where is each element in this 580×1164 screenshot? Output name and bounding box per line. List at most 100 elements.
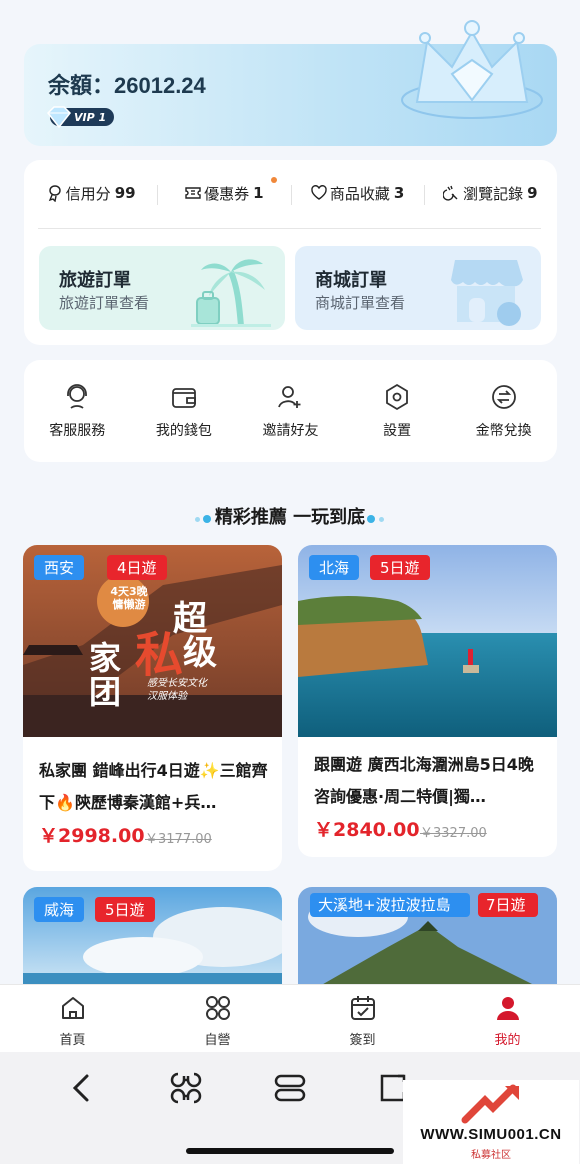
notification-dot xyxy=(270,176,277,183)
stat-label: 優惠券 xyxy=(204,184,250,203)
poster-text: 团 xyxy=(89,673,122,711)
location-tag: 威海 xyxy=(34,897,85,922)
duration-tag: 5日遊 xyxy=(370,555,430,580)
stat-credit-score[interactable]: 信用分 99 xyxy=(24,183,157,204)
stat-label: 商品收藏 xyxy=(329,184,390,203)
stat-label: 信用分 xyxy=(65,184,111,203)
credit-icon xyxy=(48,185,61,202)
exchange-icon xyxy=(491,385,516,409)
profile-page: 余額：26012.24 VIP 1 信用分 99 優惠券 1 商品收藏 3 瀏覽… xyxy=(0,0,580,1164)
product-price: ￥2840.00 xyxy=(314,819,420,841)
menu-icon[interactable] xyxy=(270,1068,310,1108)
section-title-text: 精彩推薦 一玩到底 xyxy=(214,507,366,528)
service-label: 金幣兌換 xyxy=(475,423,532,439)
product-card[interactable]: 大溪地+波拉波拉島 7日遊 xyxy=(298,887,557,987)
poster-caption: 感受长安文化 汉服体验 xyxy=(147,677,207,703)
nav-check-in[interactable]: 簽到 xyxy=(290,985,435,1052)
calendar-check-icon xyxy=(350,996,375,1020)
bottom-nav: 首頁 自營 簽到 我的 xyxy=(0,984,580,1052)
service-customer-service[interactable]: 客服服務 xyxy=(24,382,131,440)
balance-display: 余額：26012.24 xyxy=(48,68,206,100)
stats-row: 信用分 99 優惠券 1 商品收藏 3 瀏覽記錄 9 xyxy=(24,160,557,226)
stat-favorites[interactable]: 商品收藏 3 xyxy=(290,183,424,205)
wallet-icon xyxy=(171,388,196,408)
duration-tag: 5日遊 xyxy=(95,897,155,922)
mall-orders-tile[interactable]: 商城訂單 商城訂單查看 xyxy=(295,246,541,330)
watermark-logo xyxy=(461,1084,519,1124)
poster-badge-line: 4天3晚 xyxy=(110,585,148,598)
user-icon xyxy=(496,997,519,1020)
duration-tag: 4日遊 xyxy=(107,555,167,580)
store-icon xyxy=(451,260,523,326)
poster-text: 私 xyxy=(135,627,184,683)
poster-badge: 4天3晚 慵懒游 xyxy=(101,585,157,611)
nav-label: 首頁 xyxy=(59,1033,86,1048)
add-friend-icon xyxy=(278,386,301,408)
watermark: WWW.SIMU001.CN 私募社区 xyxy=(403,1080,579,1164)
service-coin-exchange[interactable]: 金幣兌換 xyxy=(450,382,557,440)
back-icon[interactable] xyxy=(62,1068,102,1108)
service-label: 客服服務 xyxy=(49,423,106,439)
account-stats-card: 信用分 99 優惠券 1 商品收藏 3 瀏覽記錄 9 旅遊訂單 旅遊訂單查看 商… xyxy=(24,160,557,345)
product-original-price: ￥3327.00 xyxy=(420,826,487,841)
balance-amount: 26012.24 xyxy=(114,73,206,98)
travel-orders-subtitle: 旅遊訂單查看 xyxy=(59,294,150,312)
diamond-icon xyxy=(46,106,72,129)
product-card[interactable]: 北海 5日遊 跟團遊 廣西北海潿洲島5日4晚 咨詢優惠·周二特價|獨… ￥284… xyxy=(298,545,557,857)
settings-icon xyxy=(386,383,408,411)
poster-badge-line: 慵懒游 xyxy=(112,598,146,611)
stat-history[interactable]: 瀏覽記錄 9 xyxy=(423,183,557,205)
poster-caption-line: 汉服体验 xyxy=(147,691,187,702)
location-tag: 西安 xyxy=(34,555,85,580)
palm-luggage-icon xyxy=(191,259,271,327)
service-wallet[interactable]: 我的錢包 xyxy=(131,382,238,440)
crown-diamond-icon xyxy=(401,20,543,119)
stat-value: 1 xyxy=(253,184,264,202)
balance-card[interactable]: 余額：26012.24 VIP 1 xyxy=(24,20,557,146)
watermark-url: WWW.SIMU001.CN xyxy=(420,1126,562,1143)
balance-label: 余額： xyxy=(48,73,115,98)
poster-text: 级 xyxy=(183,633,217,673)
nav-label: 簽到 xyxy=(349,1033,376,1048)
product-title: 私家團 錯峰出行4日遊✨三館齊下🔥陝歷博秦漢館+兵… xyxy=(39,761,268,812)
vip-badge: VIP 1 xyxy=(46,106,114,129)
service-label: 設置 xyxy=(383,423,412,439)
home-indicator[interactable] xyxy=(186,1148,394,1154)
watermark-subtitle: 私募社区 xyxy=(471,1150,511,1161)
heart-icon xyxy=(311,185,327,200)
poster-caption-line: 感受长安文化 xyxy=(147,678,207,689)
grid-icon xyxy=(205,996,230,1020)
nav-mine[interactable]: 我的 xyxy=(435,985,580,1052)
decor-dots xyxy=(193,513,215,523)
product-title: 跟團遊 廣西北海潿洲島5日4晚 咨詢優惠·周二特價|獨… xyxy=(314,755,534,806)
product-card[interactable]: 西安 4日遊 4天3晚 慵懒游 超 私 级 家 团 感受长安文化 汉服体验 私家… xyxy=(23,545,282,871)
stat-value: 99 xyxy=(114,184,136,202)
service-invite-friends[interactable]: 邀請好友 xyxy=(237,382,344,440)
home-icon xyxy=(61,997,84,1019)
travel-orders-tile[interactable]: 旅遊訂單 旅遊訂單查看 xyxy=(39,246,285,330)
divider xyxy=(38,228,541,229)
shortcut-icon[interactable] xyxy=(166,1068,206,1108)
product-original-price: ￥3177.00 xyxy=(145,832,212,847)
location-tag: 大溪地+波拉波拉島 xyxy=(310,893,470,917)
duration-tag: 7日遊 xyxy=(478,893,538,917)
service-settings[interactable]: 設置 xyxy=(344,382,451,440)
history-icon xyxy=(443,185,458,201)
service-label: 邀請好友 xyxy=(262,423,319,439)
mall-orders-title: 商城訂單 xyxy=(315,270,387,291)
section-title: 精彩推薦 一玩到底 xyxy=(0,503,580,529)
travel-orders-title: 旅遊訂單 xyxy=(59,270,131,291)
product-price: ￥2998.00 xyxy=(39,825,145,847)
nav-label: 我的 xyxy=(494,1033,521,1048)
mall-orders-subtitle: 商城訂單查看 xyxy=(315,294,406,312)
service-label: 我的錢包 xyxy=(155,423,212,439)
nav-label: 自營 xyxy=(204,1033,231,1048)
stat-value: 3 xyxy=(393,184,405,202)
stat-label: 瀏覽記錄 xyxy=(463,184,524,203)
nav-self-operated[interactable]: 自營 xyxy=(145,985,290,1052)
customer-service-icon xyxy=(67,384,88,409)
product-card[interactable]: 威海 5日遊 xyxy=(23,887,282,987)
stat-coupons[interactable]: 優惠券 1 xyxy=(157,176,290,205)
nav-home[interactable]: 首頁 xyxy=(0,985,145,1052)
vip-label: VIP 1 xyxy=(74,110,107,124)
